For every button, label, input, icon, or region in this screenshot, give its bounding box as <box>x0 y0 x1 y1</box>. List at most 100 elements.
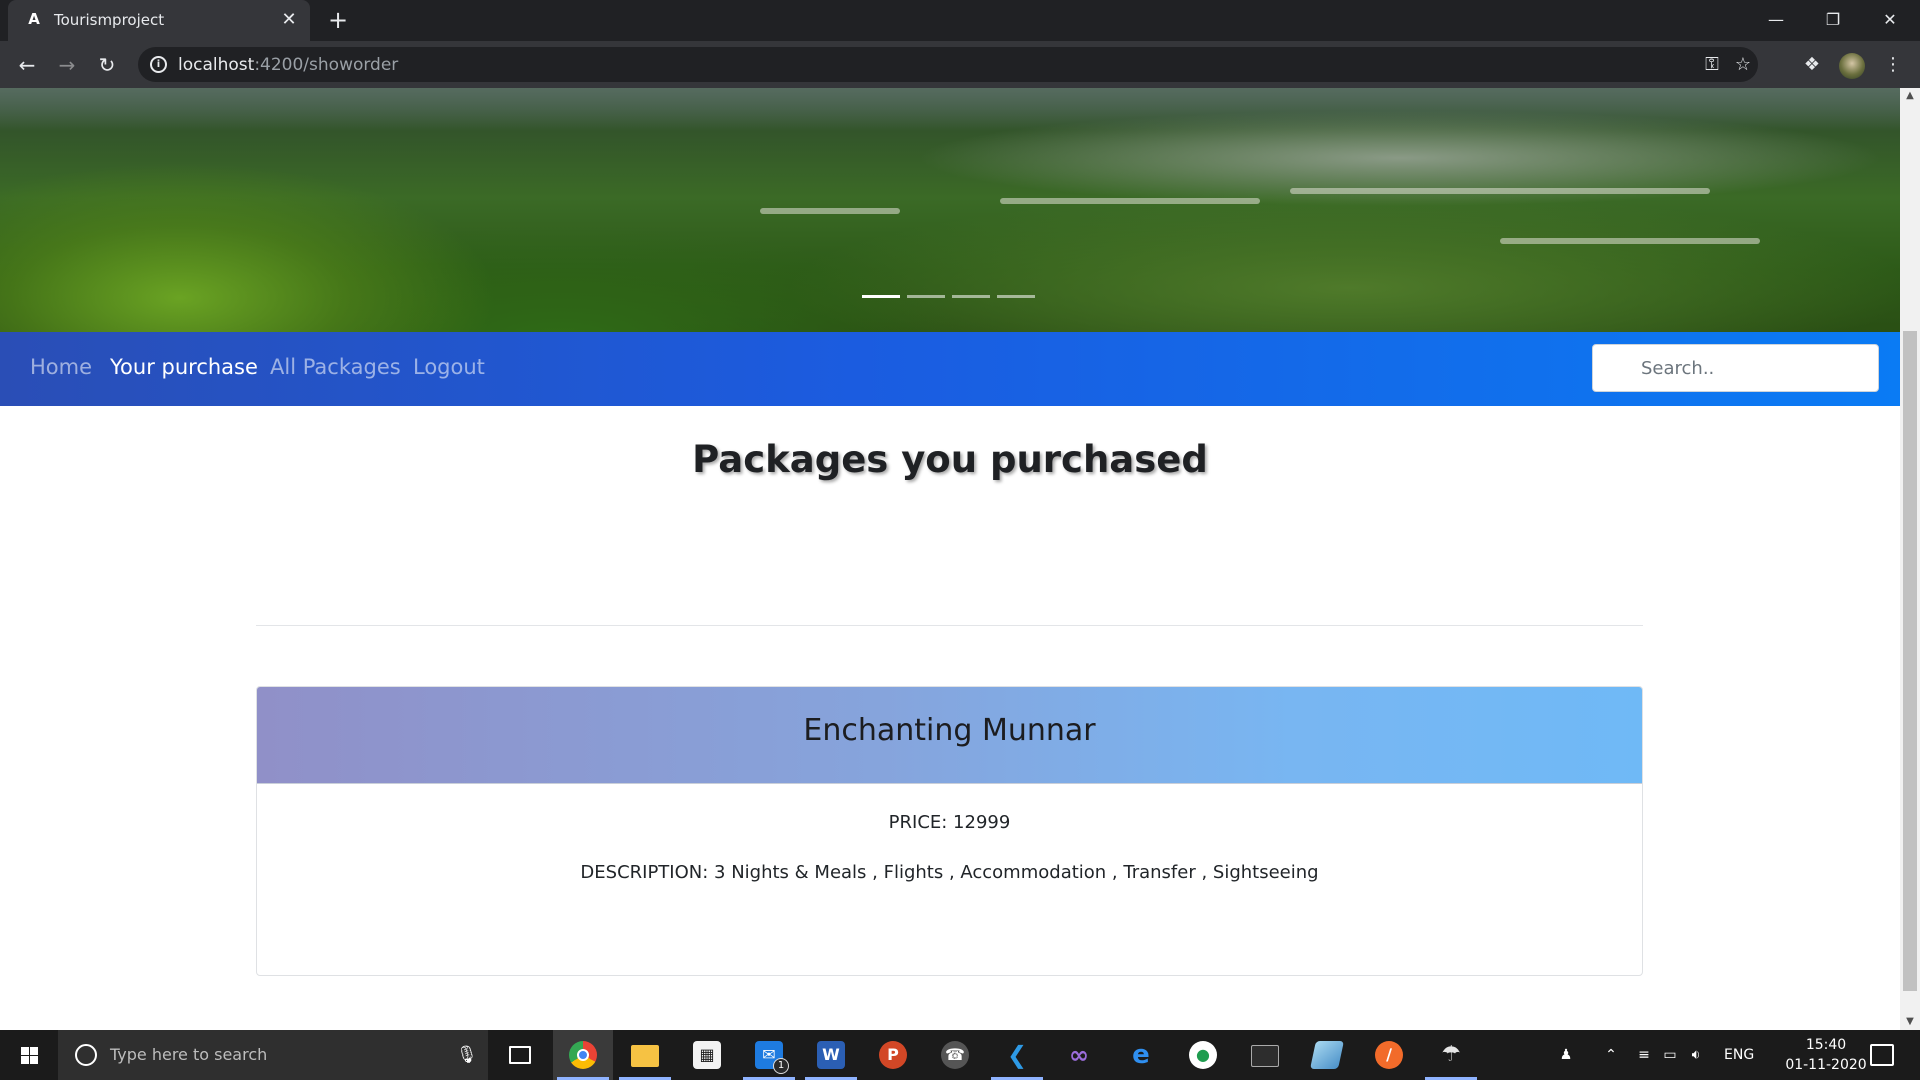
vscode-icon: ❮ <box>1006 1041 1028 1069</box>
order-card-header: Enchanting Munnar <box>257 687 1642 784</box>
address-bar[interactable]: i localhost:4200/showorder ⚿ ☆ <box>138 47 1758 82</box>
task-view-icon <box>509 1046 531 1064</box>
search-input[interactable] <box>1592 344 1879 392</box>
tab-close-icon[interactable]: ✕ <box>280 11 298 29</box>
battery-icon[interactable]: ▭ <box>1660 1045 1680 1065</box>
heading-divider <box>256 625 1643 626</box>
hero-village-cluster <box>760 208 900 214</box>
tab-title: Tourismproject <box>54 11 165 29</box>
order-description: DESCRIPTION: 3 Nights & Meals , Flights … <box>580 862 1319 883</box>
taskbar-app-file-explorer[interactable] <box>615 1030 675 1080</box>
scroll-up-icon[interactable]: ▲ <box>1900 88 1920 104</box>
taskbar-app-blue[interactable] <box>1297 1030 1357 1080</box>
page-scrollbar[interactable]: ▲ ▼ <box>1900 88 1920 1030</box>
taskbar-app-mail[interactable]: ✉ 1 <box>739 1030 799 1080</box>
chrome-icon <box>569 1041 597 1069</box>
url-path: :4200/showorder <box>254 55 399 75</box>
mail-badge: 1 <box>773 1058 789 1074</box>
taskbar-app-paint[interactable]: ☂ <box>1421 1030 1481 1080</box>
nav-link-home[interactable]: Home <box>30 352 92 382</box>
taskbar-search-box[interactable]: Type here to search 🎙︎ <box>58 1030 488 1080</box>
nav-link-all-packages[interactable]: All Packages <box>270 352 401 382</box>
carousel-indicator[interactable] <box>862 295 900 298</box>
taskbar-app-orange[interactable]: ∕ <box>1359 1030 1419 1080</box>
word-icon: W <box>817 1041 845 1069</box>
volume-icon[interactable]: 🔉︎ <box>1686 1045 1706 1065</box>
microphone-icon[interactable]: 🎙︎ <box>456 1044 478 1066</box>
puzzle-icon[interactable]: ❖ <box>1798 51 1826 79</box>
taskbar-app-green[interactable]: ● <box>1173 1030 1233 1080</box>
browser-tab[interactable]: A Tourismproject ✕ <box>8 0 310 41</box>
taskbar-app-word[interactable]: W <box>801 1030 861 1080</box>
info-icon[interactable]: i <box>150 56 167 73</box>
taskbar-app-powerpoint[interactable]: P <box>863 1030 923 1080</box>
visual-studio-icon: ∞ <box>1069 1041 1089 1069</box>
carousel-indicator[interactable] <box>997 295 1035 298</box>
restore-icon[interactable]: ❐ <box>1813 6 1853 34</box>
orange-app-icon: ∕ <box>1375 1041 1403 1069</box>
powerpoint-icon: P <box>879 1041 907 1069</box>
order-card-title: Enchanting Munnar <box>803 713 1096 748</box>
carousel-indicator[interactable] <box>952 295 990 298</box>
new-tab-icon[interactable]: + <box>326 8 350 32</box>
hero-carousel-image <box>0 88 1900 332</box>
clock-time[interactable]: 15:40 <box>1790 1036 1862 1054</box>
taskbar-app-terminal[interactable] <box>1235 1030 1295 1080</box>
back-icon[interactable]: ← <box>13 51 41 79</box>
page-viewport: Home Your purchase All Packages Logout P… <box>0 88 1900 1030</box>
hero-village-cluster <box>1290 188 1710 194</box>
browser-tab-strip: A Tourismproject ✕ + — ❐ ✕ <box>0 0 1920 41</box>
window-close-icon[interactable]: ✕ <box>1870 6 1910 34</box>
url-host: localhost <box>178 55 255 75</box>
windows-taskbar: Type here to search 🎙︎ ▦ ✉ 1 W P ☎ ❮ ∞ e… <box>0 1030 1920 1080</box>
folder-icon <box>631 1045 659 1067</box>
order-card: Enchanting Munnar PRICE: 12999 DESCRIPTI… <box>256 686 1643 976</box>
key-icon[interactable]: ⚿ <box>1700 53 1724 77</box>
minimize-icon[interactable]: — <box>1756 6 1796 34</box>
hero-village-cluster <box>1500 238 1760 244</box>
windows-logo-icon <box>21 1047 38 1064</box>
angular-favicon-icon: A <box>28 10 40 28</box>
start-button[interactable] <box>0 1030 58 1080</box>
nav-link-logout[interactable]: Logout <box>413 352 485 382</box>
language-indicator[interactable]: ENG <box>1724 1046 1754 1064</box>
edge-icon: e <box>1132 1040 1150 1070</box>
taskbar-app-whatsapp[interactable]: ☎ <box>925 1030 985 1080</box>
star-icon[interactable]: ☆ <box>1731 53 1755 77</box>
taskbar-app-visual-studio[interactable]: ∞ <box>1049 1030 1109 1080</box>
whatsapp-icon: ☎ <box>941 1041 969 1069</box>
wifi-icon[interactable]: ≡ <box>1634 1045 1654 1065</box>
taskbar-app-chrome[interactable] <box>553 1030 613 1080</box>
scrollbar-thumb[interactable] <box>1903 331 1917 991</box>
notification-icon[interactable] <box>1870 1044 1894 1066</box>
store-icon: ▦ <box>693 1041 721 1069</box>
taskbar-search-placeholder: Type here to search <box>110 1045 268 1064</box>
nav-link-your-purchase[interactable]: Your purchase <box>110 352 258 382</box>
green-app-icon: ● <box>1189 1041 1217 1069</box>
reload-icon[interactable]: ↻ <box>93 51 121 79</box>
task-view-button[interactable] <box>490 1030 550 1080</box>
clock-date[interactable]: 01-11-2020 <box>1770 1056 1882 1074</box>
browser-toolbar: ← → ↻ i localhost:4200/showorder ⚿ ☆ ❖ ⋮ <box>0 41 1920 88</box>
carousel-indicator[interactable] <box>907 295 945 298</box>
terminal-icon <box>1251 1045 1279 1067</box>
people-icon[interactable]: ♟ <box>1556 1045 1576 1065</box>
cortana-icon <box>75 1044 97 1066</box>
hero-haze <box>0 88 1900 130</box>
chevron-up-icon[interactable]: ⌃ <box>1601 1045 1621 1065</box>
scroll-down-icon[interactable]: ▼ <box>1900 1014 1920 1030</box>
profile-avatar[interactable] <box>1839 53 1865 79</box>
main-navbar: Home Your purchase All Packages Logout <box>0 332 1900 406</box>
blue-app-icon <box>1310 1041 1344 1069</box>
menu-dots-icon[interactable]: ⋮ <box>1879 51 1907 79</box>
taskbar-app-vscode[interactable]: ❮ <box>987 1030 1047 1080</box>
carousel-indicators <box>862 295 1038 299</box>
hero-village-cluster <box>1000 198 1260 204</box>
page-title: Packages you purchased <box>692 438 1208 481</box>
taskbar-app-edge[interactable]: e <box>1111 1030 1171 1080</box>
order-price: PRICE: 12999 <box>888 812 1011 833</box>
paint-icon: ☂ <box>1441 1042 1461 1067</box>
taskbar-app-store[interactable]: ▦ <box>677 1030 737 1080</box>
url-text[interactable]: localhost:4200/showorder <box>178 55 398 75</box>
forward-icon[interactable]: → <box>53 51 81 79</box>
